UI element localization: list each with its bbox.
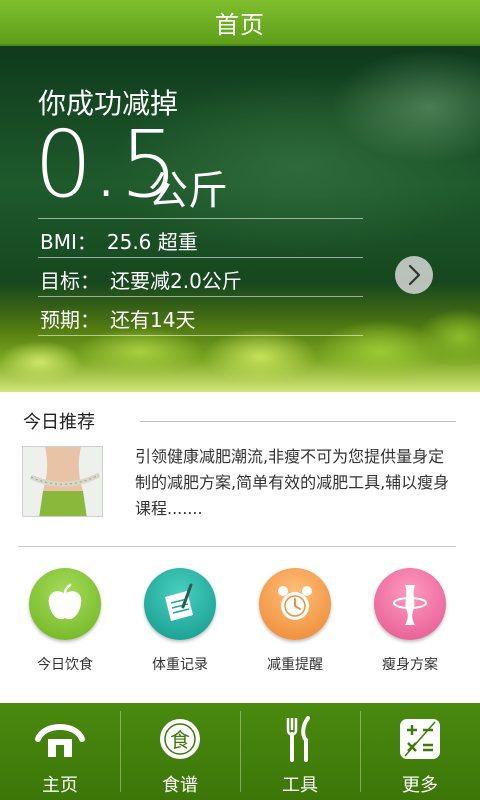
feature-weight-reminder[interactable]: 减重提醒 <box>245 568 345 674</box>
bmi-value: 25.6 超重 <box>106 230 198 254</box>
notepad-pen-icon <box>144 568 216 640</box>
recommendation-text[interactable]: 引领健康减肥潮流,非瘦不可为您提供量身定制的减肥方案,简单有效的减肥工具,辅以瘦… <box>135 444 455 522</box>
nav-tab-recipes[interactable]: 食 食谱 <box>120 703 240 800</box>
goal-label: 目标： <box>40 269 100 293</box>
fork-knife-icon <box>274 715 326 763</box>
title-bar: 首页 <box>0 0 480 46</box>
bmi-stat: BMI： 25.6 超重 <box>40 226 198 255</box>
apple-icon <box>29 568 101 640</box>
bottom-nav: 主页 食 食谱 工具 更多 <box>0 703 480 800</box>
calculator-icon <box>394 715 446 763</box>
feature-label: 瘦身方案 <box>382 657 438 673</box>
home-icon <box>34 715 86 763</box>
nav-tab-home[interactable]: 主页 <box>0 703 120 800</box>
alarm-clock-icon <box>259 568 331 640</box>
expected-value: 还有14天 <box>110 308 196 332</box>
progress-banner: 你成功减掉 0.5 公斤 BMI： 25.6 超重 目标： 还要减2.0公斤 预期：… <box>0 46 480 392</box>
feature-label: 减重提醒 <box>267 657 323 673</box>
feature-weight-record[interactable]: 体重记录 <box>130 568 230 674</box>
nav-tab-more[interactable]: 更多 <box>360 703 480 800</box>
feature-label: 今日饮食 <box>37 657 93 673</box>
bmi-label: BMI： <box>40 230 97 254</box>
recipe-plate-icon: 食 <box>154 715 206 763</box>
recommendation-title: 今日推荐 <box>23 412 95 433</box>
waist-measure-photo-icon <box>23 447 102 516</box>
feature-today-diet[interactable]: 今日饮食 <box>15 568 115 674</box>
nav-tab-label: 更多 <box>402 775 438 796</box>
goal-value: 还要减2.0公斤 <box>110 269 242 293</box>
page-title: 首页 <box>215 10 265 39</box>
expected-label: 预期： <box>40 308 100 332</box>
recipe-glyph: 食 <box>170 728 190 752</box>
section-divider <box>18 546 456 547</box>
stat-divider <box>38 218 363 219</box>
expected-stat: 预期： 还有14天 <box>40 304 195 333</box>
next-button[interactable] <box>395 256 433 294</box>
stat-divider <box>38 257 363 258</box>
body-tape-icon <box>374 568 446 640</box>
nav-tab-label: 食谱 <box>162 775 198 796</box>
chevron-right-icon <box>408 264 421 286</box>
grass-background <box>0 282 480 392</box>
feature-label: 体重记录 <box>152 657 208 673</box>
recommendation-title-line <box>140 421 456 422</box>
recommendation-thumbnail[interactable] <box>22 446 103 517</box>
feature-slim-plan[interactable]: 瘦身方案 <box>360 568 460 674</box>
nav-tab-tools[interactable]: 工具 <box>240 703 360 800</box>
lost-weight-unit: 公斤 <box>148 168 228 214</box>
goal-stat: 目标： 还要减2.0公斤 <box>40 265 242 294</box>
stat-divider <box>38 335 363 336</box>
nav-tab-label: 主页 <box>42 775 78 796</box>
stat-divider <box>38 296 363 297</box>
nav-tab-label: 工具 <box>282 775 318 796</box>
